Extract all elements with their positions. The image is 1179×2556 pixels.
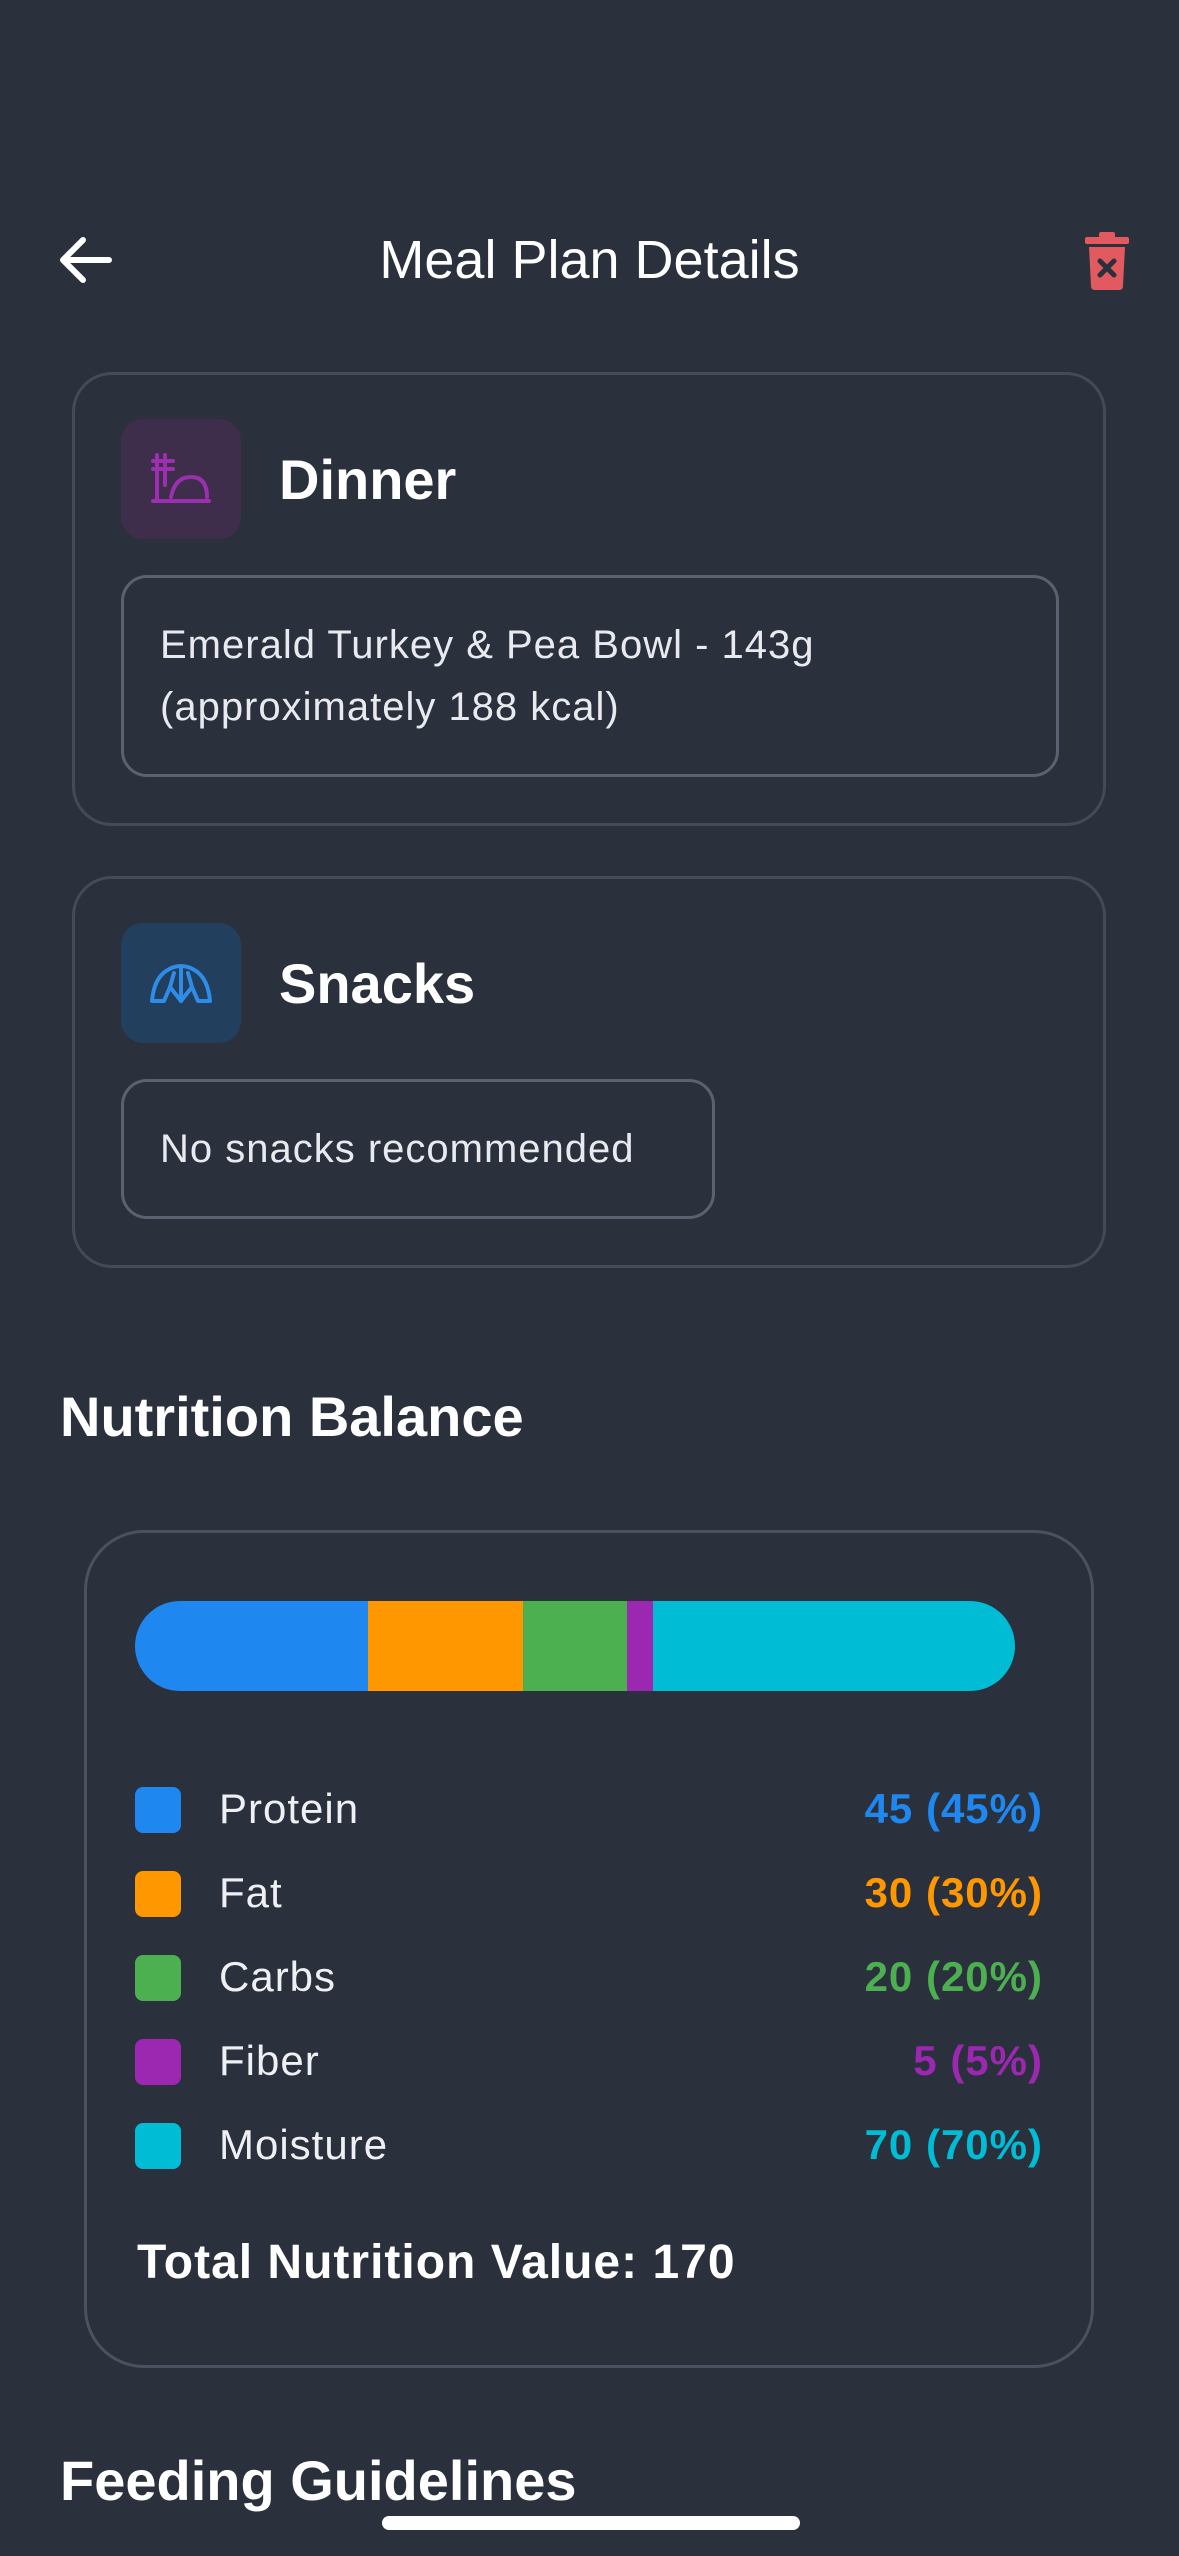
home-indicator[interactable] [382,2516,800,2530]
legend-row-moisture: Moisture 70 (70%) [135,2115,1043,2175]
nutrition-stacked-bar [135,1601,1015,1691]
legend-swatch-fiber [135,2039,181,2085]
bar-segment-carbs [523,1601,627,1691]
legend-swatch-fat [135,1871,181,1917]
meal-title-dinner: Dinner [279,448,457,511]
bar-segment-moisture [652,1601,1015,1691]
dinner-plate-icon [151,453,211,503]
bar-segment-protein [135,1601,368,1691]
legend-label: Fiber [219,2037,320,2084]
legend-row-carbs: Carbs 20 (20%) [135,1947,1043,2007]
meal-title-snacks: Snacks [279,952,476,1015]
nutrition-card: Protein 45 (45%) Fat 30 (30%) Carbs 20 (… [84,1530,1094,2368]
legend-value: 45 (45%) [864,1785,1043,1832]
snacks-icon-tile [121,923,241,1043]
meal-description-snacks: No snacks recommended [121,1079,715,1219]
legend-value: 5 (5%) [913,2037,1043,2084]
legend-row-fat: Fat 30 (30%) [135,1863,1043,1923]
bar-segment-fiber [626,1601,653,1691]
meal-card-snacks: Snacks No snacks recommended [72,876,1106,1268]
bar-segment-fat [367,1601,524,1691]
legend-value: 20 (20%) [864,1953,1043,2000]
croissant-icon [150,964,212,1003]
dinner-icon-tile [121,419,241,539]
meal-description-dinner: Emerald Turkey & Pea Bowl - 143g (approx… [121,575,1059,777]
legend-row-fiber: Fiber 5 (5%) [135,2031,1043,2091]
nutrition-section-title: Nutrition Balance [60,1385,524,1448]
feeding-guidelines-title: Feeding Guidelines [60,2449,577,2512]
legend-label: Protein [219,1785,360,1832]
legend-label: Fat [219,1869,283,1916]
legend-swatch-carbs [135,1955,181,2001]
legend-swatch-moisture [135,2123,181,2169]
legend-label: Carbs [219,1953,337,2000]
total-nutrition-value: Total Nutrition Value: 170 [137,2236,736,2289]
trash-x-icon [1085,232,1129,290]
legend-swatch-protein [135,1787,181,1833]
meal-card-dinner: Dinner Emerald Turkey & Pea Bowl - 143g … [72,372,1106,826]
legend-row-protein: Protein 45 (45%) [135,1779,1043,1839]
legend-value: 30 (30%) [864,1869,1043,1916]
legend-label: Moisture [219,2121,389,2168]
legend-value: 70 (70%) [864,2121,1043,2168]
page-title: Meal Plan Details [379,230,800,290]
delete-button[interactable] [1080,226,1134,296]
app-header: Meal Plan Details [0,200,1179,320]
